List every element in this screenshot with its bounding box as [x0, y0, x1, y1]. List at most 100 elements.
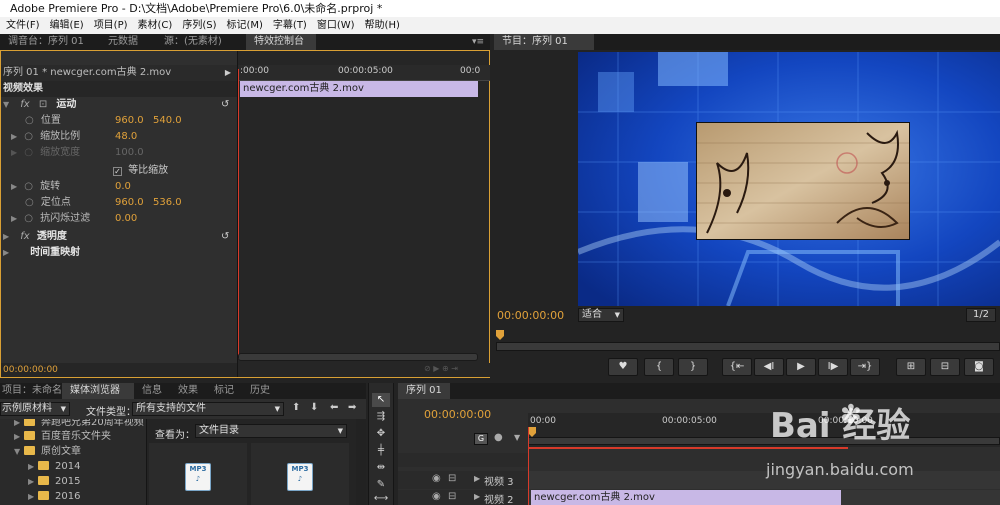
nav-back-icon[interactable]: ⬅	[330, 402, 338, 413]
nav-down-icon[interactable]: ⬇	[310, 402, 318, 413]
expand-motion-icon[interactable]: ▼	[3, 97, 13, 113]
menu-sequence[interactable]: 序列(S)	[176, 17, 220, 34]
media-browser-scrollbar[interactable]	[356, 419, 366, 505]
folder-item[interactable]: ▶ 2015	[28, 474, 80, 490]
selection-tool-icon[interactable]: ↖	[372, 393, 390, 407]
expand-scale-icon[interactable]: ▶	[11, 129, 21, 145]
timeline-clip[interactable]: newcger.com古典 2.mov	[531, 490, 841, 505]
tab-media-browser[interactable]: 媒体浏览器	[62, 383, 134, 399]
mini-timeline-scrollbar[interactable]	[238, 353, 478, 361]
rate-stretch-tool-icon[interactable]: ⇹	[372, 461, 390, 475]
reset-opacity-icon[interactable]: ↺	[221, 229, 229, 245]
eye-icon[interactable]: ◉	[432, 473, 441, 484]
nav-up-icon[interactable]: ⬆	[292, 402, 300, 413]
tab-project[interactable]: 项目：未命名	[0, 383, 62, 399]
expand-rotation-icon[interactable]: ▶	[11, 179, 21, 195]
view-as-dropdown[interactable]: 文件目录 ▼	[195, 424, 347, 438]
effect-controls-timecode[interactable]: 00:00:00:00	[1, 365, 58, 375]
nav-forward-icon[interactable]: ➡	[348, 402, 356, 413]
resolution-dropdown[interactable]: 1/2	[966, 308, 996, 322]
snap-icon[interactable]: G	[474, 433, 488, 445]
position-x-value[interactable]: 960.0	[115, 113, 144, 129]
tab-source[interactable]: 源：(无素材)	[156, 34, 246, 50]
step-back-button[interactable]: ◀I	[754, 358, 784, 376]
lock-icon[interactable]: ⊟	[448, 473, 456, 484]
menu-window[interactable]: 窗口(W)	[311, 17, 359, 34]
program-scrubber[interactable]	[496, 330, 1000, 352]
menu-file[interactable]: 文件(F)	[0, 17, 44, 34]
timeline-playhead-icon[interactable]	[528, 427, 536, 437]
stopwatch-icon[interactable]: ○	[25, 197, 34, 208]
stopwatch-icon[interactable]: ○	[24, 181, 33, 192]
menu-edit[interactable]: 编辑(E)	[44, 17, 88, 34]
mark-in-button[interactable]: {	[644, 358, 674, 376]
mini-timeline-ruler[interactable]: :00:00 00:00:05:00 00:0	[238, 65, 490, 81]
folder-item[interactable]: ▶ 2016	[28, 489, 80, 505]
tab-sequence[interactable]: 序列 01	[398, 383, 450, 399]
menu-marker[interactable]: 标记(M)	[220, 17, 266, 34]
tab-markers[interactable]: 标记	[206, 383, 242, 399]
tab-effect-controls[interactable]: 特效控制台	[246, 34, 316, 50]
expand-right-icon[interactable]: ▶	[225, 65, 231, 81]
motion-transform-icon[interactable]: ⊡	[39, 99, 47, 110]
lock-icon[interactable]: ⊟	[448, 491, 456, 502]
flicker-value[interactable]: 0.00	[115, 211, 137, 227]
footer-icons[interactable]: ⊘ ▶ ⊕ ⇥	[424, 364, 458, 373]
lift-button[interactable]: ⊞	[896, 358, 926, 376]
go-to-in-button[interactable]: {⇤	[722, 358, 752, 376]
tab-program[interactable]: 节目：序列 01	[494, 34, 594, 50]
slip-tool-icon[interactable]: ⟷	[372, 493, 390, 505]
reset-motion-icon[interactable]: ↺	[221, 97, 229, 113]
scale-value[interactable]: 48.0	[115, 129, 137, 145]
program-video-frame[interactable]	[578, 52, 1000, 306]
expand-track-icon[interactable]: ▶	[474, 492, 480, 501]
timeline-timecode[interactable]: 00:00:00:00	[424, 408, 491, 421]
program-playhead-icon[interactable]	[496, 330, 504, 340]
anchor-y-value[interactable]: 536.0	[153, 195, 182, 211]
file-thumbnail-tile[interactable]: MP3 ♪	[149, 443, 247, 505]
folder-item[interactable]: ▼ 原创文章	[14, 444, 81, 460]
time-remap-row[interactable]: ▶ 时间重映射	[1, 245, 237, 261]
stopwatch-icon[interactable]: ○	[24, 131, 33, 142]
marker-icon[interactable]: ▼	[514, 433, 520, 442]
uniform-scale-checkbox[interactable]: ✓	[113, 167, 122, 176]
tab-info[interactable]: 信息	[134, 383, 170, 399]
location-dropdown[interactable]: 示例原材料 ▼	[0, 402, 70, 416]
program-zoom-bar[interactable]	[496, 342, 1000, 351]
fit-dropdown[interactable]: 适合 ▼	[578, 308, 624, 322]
anchor-x-value[interactable]: 960.0	[115, 195, 144, 211]
export-frame-button[interactable]: ◙	[964, 358, 994, 376]
expand-time-remap-icon[interactable]: ▶	[3, 245, 13, 261]
rolling-edit-tool-icon[interactable]: ╪	[372, 444, 390, 458]
step-forward-button[interactable]: I▶	[818, 358, 848, 376]
extract-button[interactable]: ⊟	[930, 358, 960, 376]
motion-row[interactable]: ▼ fx ⊡ 运动 ↺	[1, 97, 237, 113]
tab-history[interactable]: 历史	[242, 383, 278, 399]
track-lane-video2[interactable]: newcger.com古典 2.mov	[529, 490, 1000, 505]
play-button[interactable]: ▶	[786, 358, 816, 376]
menu-title[interactable]: 字幕(T)	[267, 17, 311, 34]
file-type-dropdown[interactable]: 所有支持的文件 ▼	[132, 402, 284, 416]
expand-opacity-icon[interactable]: ▶	[3, 229, 13, 245]
mini-timeline-clip[interactable]: newcger.com古典 2.mov	[240, 81, 478, 97]
track-lane-video3[interactable]	[529, 471, 1000, 489]
add-marker-icon[interactable]: ●	[494, 432, 503, 443]
track-select-tool-icon[interactable]: ⇶	[372, 410, 390, 424]
stopwatch-icon[interactable]: ○	[25, 115, 34, 126]
tab-metadata[interactable]: 元数据	[100, 34, 156, 50]
menu-help[interactable]: 帮助(H)	[359, 17, 404, 34]
add-marker-button[interactable]: ♥	[608, 358, 638, 376]
playhead-line[interactable]	[238, 69, 239, 359]
go-to-out-button[interactable]: ⇥}	[850, 358, 880, 376]
panel-menu-icon[interactable]: ▾≡	[472, 37, 484, 47]
folder-item[interactable]: ▶ 百度音乐文件夹	[14, 429, 111, 445]
tab-audio-mixer[interactable]: 调音台：序列 01	[0, 34, 100, 50]
folder-item[interactable]: ▶ 2014	[28, 459, 80, 475]
expand-track-icon[interactable]: ▶	[474, 474, 480, 483]
tab-effects[interactable]: 效果	[170, 383, 206, 399]
eye-icon[interactable]: ◉	[432, 491, 441, 502]
mark-out-button[interactable]: }	[678, 358, 708, 376]
opacity-row[interactable]: ▶ fx 透明度 ↺	[1, 229, 237, 245]
menu-project[interactable]: 项目(P)	[88, 17, 132, 34]
position-y-value[interactable]: 540.0	[153, 113, 182, 129]
